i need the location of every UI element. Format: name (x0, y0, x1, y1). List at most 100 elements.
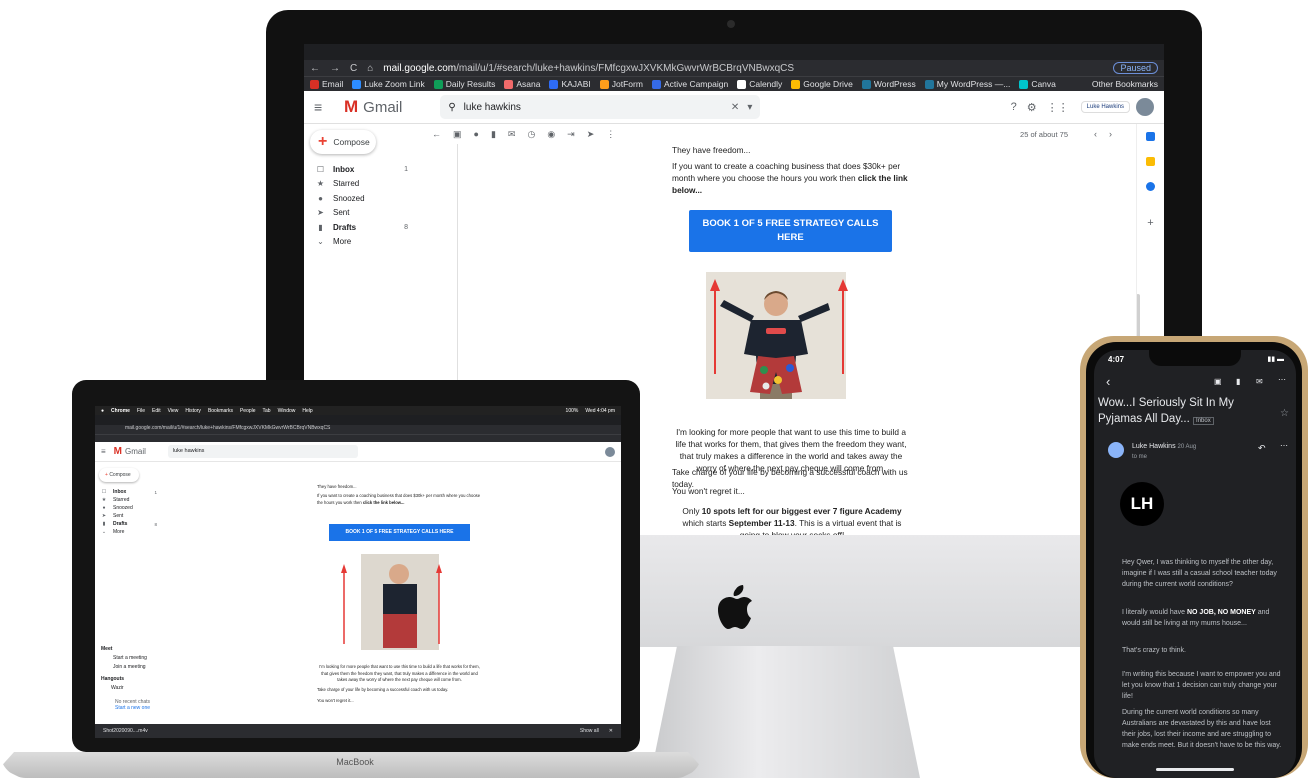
report-spam-icon[interactable]: ● (474, 129, 479, 139)
forward-icon[interactable]: → (330, 63, 340, 74)
bookmark-item[interactable]: Calendly (737, 79, 782, 89)
bookmark-item[interactable]: Canva (1019, 79, 1056, 89)
close-downloads-icon[interactable]: ✕ (609, 728, 613, 734)
avatar[interactable] (1136, 98, 1154, 116)
show-all-button[interactable]: Show all (580, 728, 599, 734)
browser-tab-strip[interactable] (304, 44, 1164, 60)
back-icon[interactable]: ← (310, 63, 320, 74)
reload-icon[interactable]: C (350, 63, 357, 74)
mini-avatar[interactable] (605, 446, 615, 457)
menu-icon[interactable]: ≡ (314, 99, 338, 115)
address-bar[interactable]: ← → C ⌂ mail.google.com/mail/u/1/#search… (304, 60, 1164, 76)
menu-item-tab[interactable]: Tab (263, 408, 271, 414)
next-page-icon[interactable]: › (1109, 129, 1112, 139)
mini-cta-button[interactable]: BOOK 1 OF 5 FREE STRATEGY CALLS HERE (329, 523, 470, 542)
menu-item-window[interactable]: Window (278, 408, 296, 414)
settings-icon[interactable]: ⚙ (1027, 101, 1037, 114)
menu-item-edit[interactable]: Edit (152, 408, 161, 414)
move-to-icon[interactable]: ⇥ (567, 129, 575, 140)
menu-item-history[interactable]: History (185, 408, 201, 414)
cta-button[interactable]: BOOK 1 OF 5 FREE STRATEGY CALLS HERE (689, 210, 892, 252)
nav-item-inbox[interactable]: ☐ Inbox 1 (95, 488, 165, 496)
help-icon[interactable]: ? (1011, 101, 1017, 113)
delete-icon[interactable]: ▮ (491, 129, 496, 140)
keep-icon[interactable] (1146, 157, 1155, 166)
calendar-icon[interactable] (1146, 132, 1155, 141)
menu-item-bookmarks[interactable]: Bookmarks (208, 408, 233, 414)
bookmark-item[interactable]: Email (310, 79, 343, 89)
join-meeting-link[interactable]: Join a meeting (113, 664, 161, 670)
nav-item-drafts[interactable]: ▮ Drafts 8 (95, 520, 165, 528)
mini-menu-icon[interactable]: ≡ (101, 447, 106, 456)
download-item[interactable]: Shot2020090....m4v (103, 728, 148, 734)
search-icon[interactable]: ⚲ (448, 102, 455, 113)
other-bookmarks-folder[interactable]: Other Bookmarks (1092, 79, 1158, 89)
nav-item-more[interactable]: ⌄ More (304, 235, 422, 250)
reply-icon-mobile[interactable]: ↶ (1258, 443, 1266, 454)
email-more-icon-mobile[interactable]: ⋯ (1280, 441, 1288, 450)
menu-item-people[interactable]: People (240, 408, 256, 414)
phone-para-4: I'm writing this because I want to empow… (1122, 671, 1281, 700)
bookmark-item[interactable]: Luke Zoom Link (352, 79, 425, 89)
compose-button[interactable]: + Compose (310, 130, 376, 154)
bookmark-item[interactable]: Active Campaign (651, 79, 728, 89)
profile-paused-button[interactable]: Paused (1113, 62, 1158, 74)
nav-item-snoozed[interactable]: ● Snoozed (95, 504, 165, 512)
apps-icon[interactable]: ⋮⋮ (1047, 101, 1069, 114)
mini-search-input[interactable]: luke hawkins (167, 445, 358, 458)
home-icon[interactable]: ⌂ (367, 63, 373, 74)
nav-item-snoozed[interactable]: ● Snoozed (304, 191, 422, 206)
label-icon[interactable]: ➤ (587, 129, 595, 140)
add-task-icon[interactable]: ◉ (547, 129, 555, 140)
menu-item-view[interactable]: View (168, 408, 179, 414)
mini-compose-button[interactable]: + Compose (99, 468, 139, 482)
apple-menu-icon[interactable]: ● (101, 408, 104, 414)
tasks-icon[interactable] (1146, 182, 1155, 191)
gmail-logo-icon[interactable]: M (344, 97, 358, 117)
recipient-line[interactable]: to me (1132, 454, 1147, 460)
mark-unread-icon[interactable]: ✉ (508, 129, 516, 140)
sender-avatar[interactable] (1108, 442, 1124, 458)
star-icon-mobile[interactable]: ☆ (1280, 408, 1289, 419)
menu-item-help[interactable]: Help (302, 408, 312, 414)
more-icon-mobile[interactable]: ⋯ (1278, 375, 1286, 384)
bookmark-item[interactable]: Daily Results (433, 79, 495, 89)
menu-item-file[interactable]: File (137, 408, 145, 414)
hangouts-user[interactable]: Wazir (111, 685, 161, 691)
archive-icon[interactable]: ▣ (453, 129, 462, 140)
snooze-icon[interactable]: ◷ (527, 129, 535, 140)
bookmark-item[interactable]: KAJABI (549, 79, 591, 89)
nav-item-drafts[interactable]: ▮ Drafts 8 (304, 220, 422, 235)
search-input[interactable]: ⚲ luke hawkins ✕ ▾ (440, 95, 761, 119)
nav-item-starred[interactable]: ★ Starred (95, 496, 165, 504)
mini-address-bar[interactable]: mail.google.com/mail/u/1/#search/luke+ha… (95, 425, 621, 434)
prev-page-icon[interactable]: ‹ (1094, 129, 1097, 139)
start-new-chat-link[interactable]: Start a new one (115, 705, 161, 711)
inbox-badge[interactable]: Inbox (1193, 416, 1214, 425)
bookmark-item[interactable]: WordPress (861, 79, 916, 89)
mini-gmail-logo-icon[interactable]: M (114, 446, 122, 457)
delete-icon-mobile[interactable]: ▮ (1236, 377, 1240, 386)
bookmark-item[interactable]: JotForm (599, 79, 643, 89)
clear-search-icon[interactable]: ✕ (731, 102, 739, 113)
back-to-list-icon[interactable]: ← (432, 129, 441, 139)
more-options-icon[interactable]: ⋮ (606, 129, 615, 140)
bookmark-item[interactable]: My WordPress —... (924, 79, 1010, 89)
start-meeting-link[interactable]: Start a meeting (113, 655, 161, 661)
mail-icon-mobile[interactable]: ✉ (1256, 377, 1263, 386)
mini-tab-strip[interactable] (95, 415, 621, 425)
bookmark-item[interactable]: Google Drive (791, 79, 853, 89)
back-arrow-icon[interactable]: ‹ (1106, 374, 1110, 389)
nav-item-sent[interactable]: ➤ Sent (304, 206, 422, 221)
archive-icon-mobile[interactable]: ▣ (1214, 377, 1222, 386)
menu-item-chrome[interactable]: Chrome (111, 408, 130, 414)
nav-item-more[interactable]: ⌄ More (95, 528, 165, 536)
account-chip[interactable]: Luke Hawkins (1080, 101, 1130, 113)
bookmark-item[interactable]: Asana (504, 79, 540, 89)
add-addon-icon[interactable]: + (1146, 217, 1155, 229)
nav-item-starred[interactable]: ★ Starred (304, 177, 422, 192)
nav-item-inbox[interactable]: ☐ Inbox 1 (304, 162, 422, 177)
search-options-icon[interactable]: ▾ (747, 102, 752, 113)
nav-item-sent[interactable]: ➤ Sent (95, 512, 165, 520)
url-text[interactable]: mail.google.com/mail/u/1/#search/luke+ha… (383, 63, 794, 74)
